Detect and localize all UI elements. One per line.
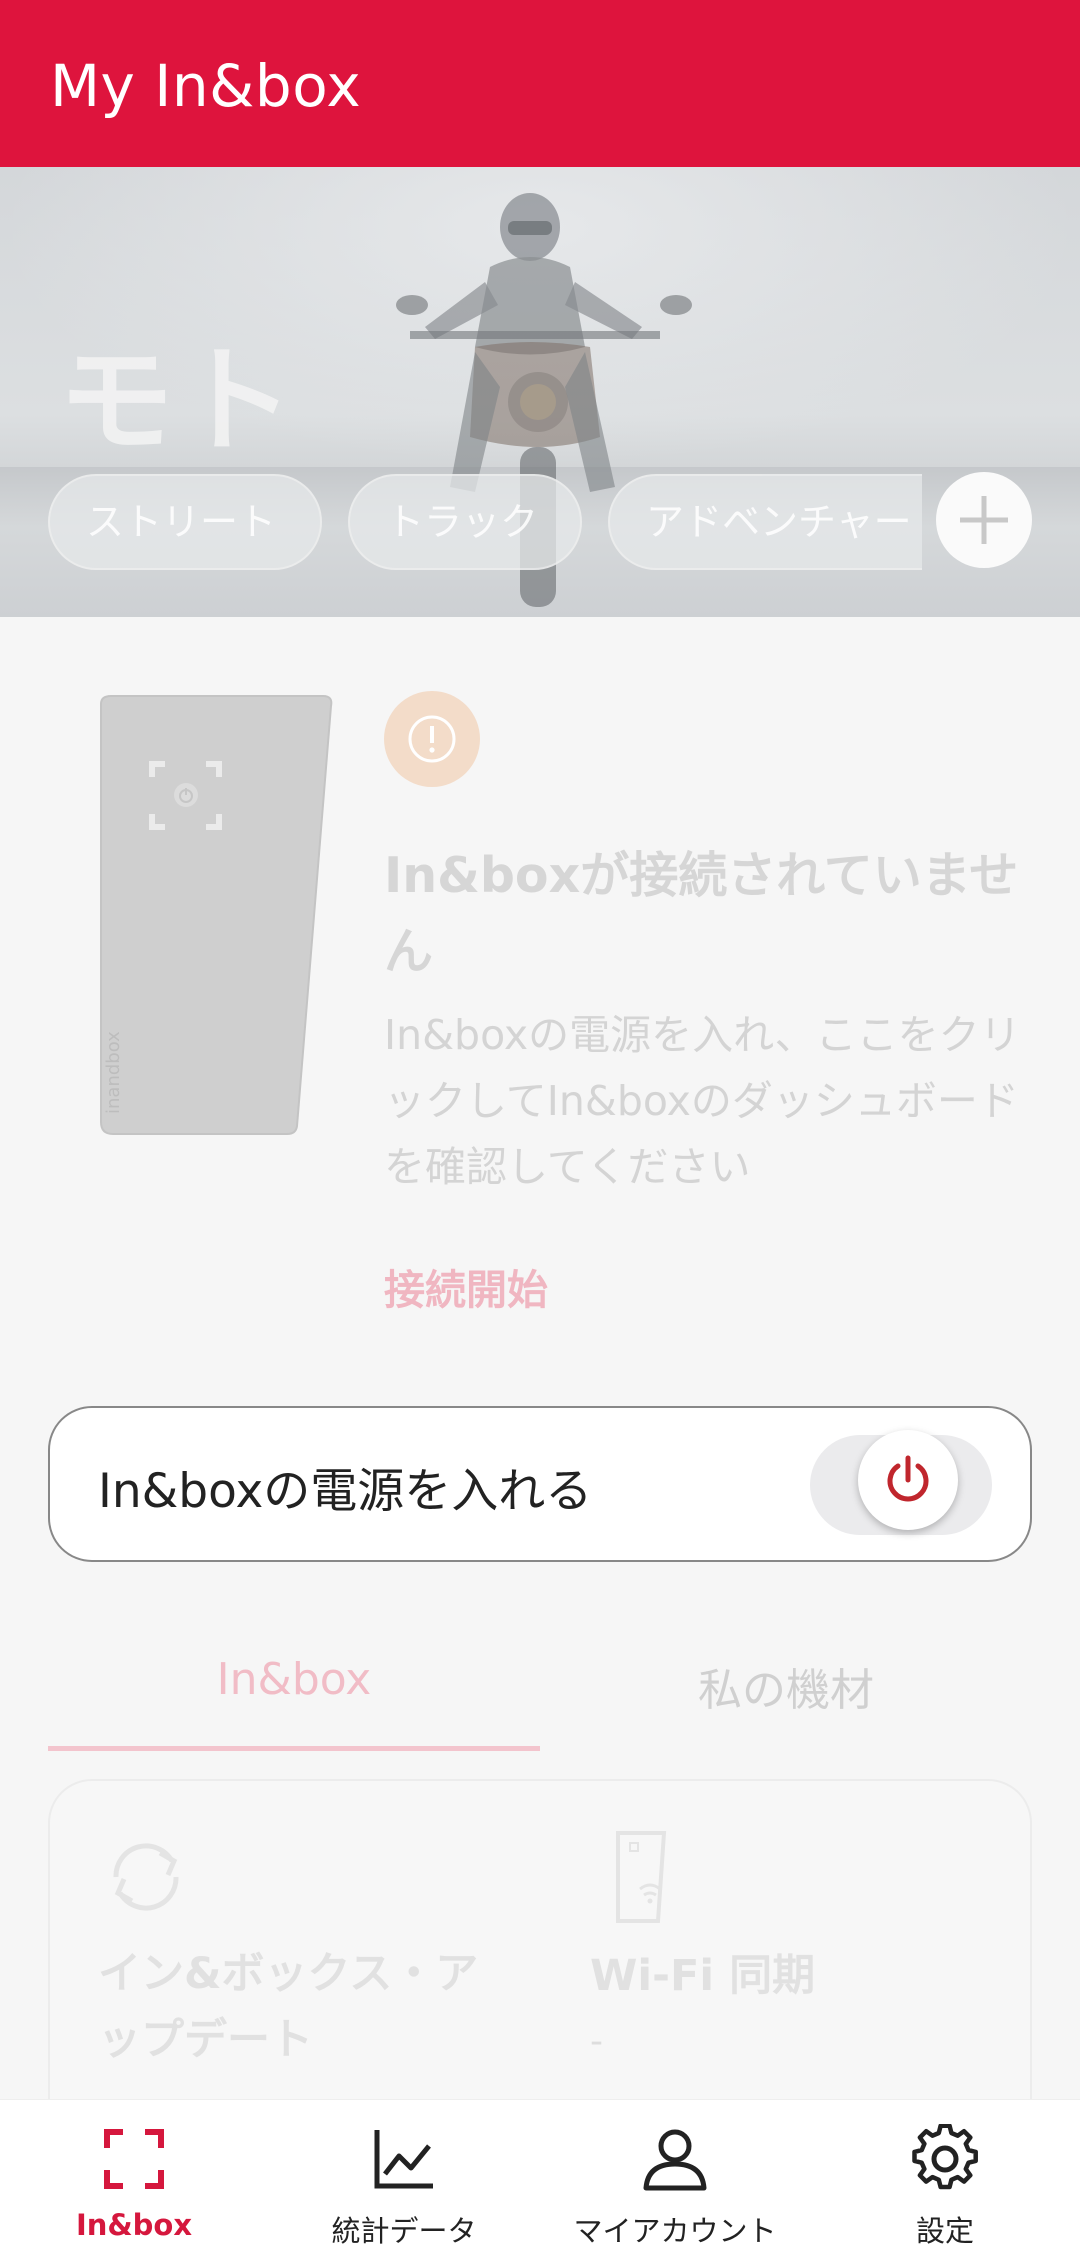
app-title: My In&box [50,52,362,120]
chip-adventure[interactable]: アドベンチャー [608,474,922,570]
inbox-frame-icon [104,2129,164,2189]
sync-icon [113,1843,179,1911]
wifi-sync-value: - [590,2021,603,2062]
plus-icon [960,496,1008,544]
power-toggle-knob[interactable] [858,1430,958,1530]
wifi-sync-label: Wi-Fi 同期 [590,1951,816,2001]
user-icon [643,2129,707,2191]
inbox-update-label[interactable]: イン&ボックス・アップデート [98,1941,498,2073]
nav-label-account: マイアカウント [573,2214,777,2248]
power-toggle-label: In&boxの電源を入れる [98,1464,593,1519]
connection-status-title: In&boxが接続されていません [384,847,1019,980]
connection-status-description[interactable]: In&boxの電源を入れ、ここをクリックしてIn&boxのダッシュボードを確認し… [384,1002,1034,1200]
wifi-sync-icon [616,1831,667,1923]
chart-icon [374,2130,433,2189]
svg-text:inandbox: inandbox [103,1031,124,1114]
add-profile-button[interactable] [936,472,1032,568]
warning-icon [384,691,480,787]
nav-item-inbox[interactable]: In&box [54,2100,214,2267]
nav-item-stats[interactable]: 統計データ [314,2100,494,2267]
start-connection-link[interactable]: 接続開始 [384,1256,548,1316]
nav-label-stats: 統計データ [331,2214,477,2248]
tab-my-gear[interactable]: 私の機材 [540,1654,1032,1718]
app-header: My In&box [0,0,1080,167]
hero-title: モト [58,334,298,469]
tab-inbox[interactable]: In&box [48,1654,540,1705]
nav-item-account[interactable]: マイアカウント [560,2100,790,2267]
power-toggle-card[interactable]: In&boxの電源を入れる [48,1406,1032,1562]
active-tab-indicator [48,1746,540,1751]
nav-label-inbox: In&box [75,2208,193,2242]
nav-label-settings: 設定 [915,2214,974,2248]
nav-item-settings[interactable]: 設定 [885,2100,1005,2267]
gear-icon [912,2124,978,2190]
bottom-navigation: In&box 統計データ マイアカウント 設定 [0,2099,1080,2267]
chip-track[interactable]: トラック [348,474,582,570]
hero-banner: モト ストリート トラック アドベンチャー [0,167,1080,617]
chip-street[interactable]: ストリート [48,474,322,570]
inbox-device-image[interactable]: inandbox [97,694,333,1136]
power-icon [887,1455,929,1502]
